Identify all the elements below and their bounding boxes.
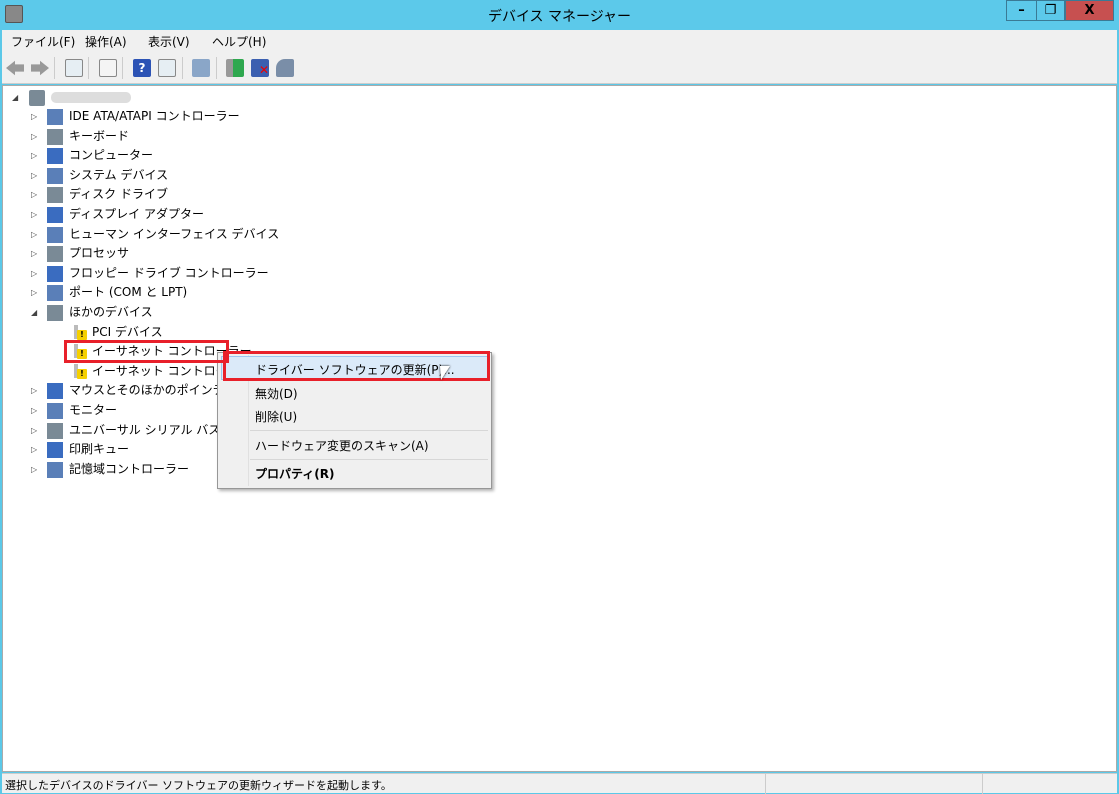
disk-drive-icon	[47, 187, 63, 204]
usb-icon	[47, 422, 63, 439]
printer-icon	[47, 442, 63, 459]
warning-device-icon	[71, 324, 87, 341]
menu-item-uninstall[interactable]: 削除(U)	[255, 408, 297, 425]
tree-item-label: ヒューマン インターフェイス デバイス	[69, 226, 280, 241]
toolbar-separator	[216, 57, 217, 79]
expand-icon[interactable]: ▷	[31, 205, 37, 224]
menu-view[interactable]: 表示(V)	[148, 33, 190, 50]
device-tree: ◢ ▷ IDE ATA/ATAPI コントローラー ▷ キーボード ▷ コンピューター ▷ シ…	[2, 85, 1117, 772]
status-bar: 選択したデバイスのドライバー ソフトウェアの更新ウィザードを起動します。	[2, 773, 1117, 794]
port-icon	[47, 285, 63, 302]
expand-icon[interactable]: ▷	[31, 244, 37, 263]
expand-icon[interactable]: ▷	[31, 225, 37, 244]
tree-item-label: ディスプレイ アダプター	[69, 207, 204, 221]
minimize-button[interactable]: –	[1006, 0, 1037, 21]
highlight-box-device	[64, 340, 229, 363]
disable-icon[interactable]	[276, 59, 294, 77]
expand-icon[interactable]: ▷	[31, 107, 37, 126]
window-title: デバイス マネージャー	[487, 9, 632, 25]
expand-icon[interactable]: ▷	[31, 401, 37, 420]
toolbar-separator	[122, 57, 123, 79]
expand-icon[interactable]: ▷	[31, 460, 37, 479]
tree-item-label: 印刷キュー	[69, 442, 130, 457]
tree-item-label: コンピューター	[69, 148, 154, 163]
tree-item-label: ポート (COM と LPT)	[69, 285, 188, 300]
computer-root-icon	[29, 90, 45, 106]
menu-item-disable[interactable]: 無効(D)	[255, 385, 298, 402]
processor-icon	[47, 246, 63, 263]
expand-icon[interactable]: ▷	[31, 421, 37, 440]
computer-name-redacted	[51, 92, 131, 103]
keyboard-icon	[47, 128, 63, 145]
status-divider	[765, 774, 766, 794]
properties-icon[interactable]	[99, 59, 117, 77]
tree-item-label: 記憶域コントローラー	[69, 461, 190, 476]
uninstall-icon[interactable]: ✕	[251, 59, 269, 77]
tree-item-label: フロッピー ドライブ コントローラー	[69, 265, 269, 280]
menu-bar: ファイル(F) 操作(A) 表示(V) ヘルプ(H)	[2, 30, 1117, 52]
tree-item-label: ほかのデバイス	[69, 305, 153, 319]
show-hide-console-tree-icon[interactable]	[65, 59, 83, 77]
menu-file[interactable]: ファイル(F)	[11, 33, 75, 50]
mouse-cursor-icon	[440, 366, 450, 380]
computer-icon	[47, 148, 63, 165]
system-device-icon	[47, 167, 63, 184]
ide-controller-icon	[47, 109, 63, 125]
other-devices-icon	[47, 305, 63, 321]
toolbar-separator	[182, 57, 183, 79]
collapse-icon[interactable]: ◢	[31, 303, 37, 322]
status-text: 選択したデバイスのドライバー ソフトウェアの更新ウィザードを起動します。	[5, 779, 392, 792]
warning-device-icon	[71, 363, 87, 380]
action-pane-icon[interactable]	[158, 59, 176, 77]
update-driver-icon[interactable]	[226, 59, 244, 77]
menu-separator	[250, 430, 488, 431]
menu-help[interactable]: ヘルプ(H)	[212, 33, 266, 50]
hid-icon	[47, 226, 63, 243]
expand-icon[interactable]: ▷	[31, 264, 37, 283]
expand-icon[interactable]: ▷	[31, 185, 37, 204]
tree-item-label: システム デバイス	[69, 167, 169, 182]
tree-item-label: PCI デバイス	[92, 324, 163, 339]
expand-icon[interactable]: ▷	[31, 166, 37, 185]
toolbar: ? ✕	[2, 52, 1117, 84]
toolbar-separator	[88, 57, 89, 79]
menu-item-properties[interactable]: プロパティ(R)	[255, 465, 335, 482]
menu-action[interactable]: 操作(A)	[85, 33, 127, 50]
mouse-icon	[47, 383, 63, 400]
tree-item-label: ディスク ドライブ	[69, 187, 168, 202]
toolbar-separator	[54, 57, 55, 79]
tree-item-label: キーボード	[69, 128, 130, 143]
close-button[interactable]: X	[1065, 0, 1114, 21]
title-bar: デバイス マネージャー – ❐ X	[0, 0, 1119, 30]
menu-item-scan-hardware[interactable]: ハードウェア変更のスキャン(A)	[255, 437, 429, 454]
status-divider	[982, 774, 983, 794]
monitor-icon	[47, 403, 63, 419]
display-adapter-icon	[47, 207, 63, 223]
back-icon[interactable]	[6, 60, 24, 76]
help-icon[interactable]: ?	[133, 59, 151, 77]
expand-icon[interactable]: ▷	[31, 283, 37, 302]
forward-icon[interactable]	[31, 60, 49, 76]
floppy-controller-icon	[47, 265, 63, 282]
collapse-icon[interactable]: ◢	[12, 88, 18, 107]
scan-hardware-icon[interactable]	[192, 59, 210, 77]
expand-icon[interactable]: ▷	[31, 127, 37, 146]
expand-icon[interactable]: ▷	[31, 440, 37, 459]
menu-separator	[250, 459, 488, 460]
tree-item-label: IDE ATA/ATAPI コントローラー	[69, 109, 240, 123]
tree-item-label: プロセッサ	[69, 246, 130, 261]
restore-button[interactable]: ❐	[1036, 0, 1065, 21]
expand-icon[interactable]: ▷	[31, 381, 37, 400]
tree-item-label: モニター	[69, 403, 118, 417]
storage-controller-icon	[47, 461, 63, 478]
expand-icon[interactable]: ▷	[31, 146, 37, 165]
